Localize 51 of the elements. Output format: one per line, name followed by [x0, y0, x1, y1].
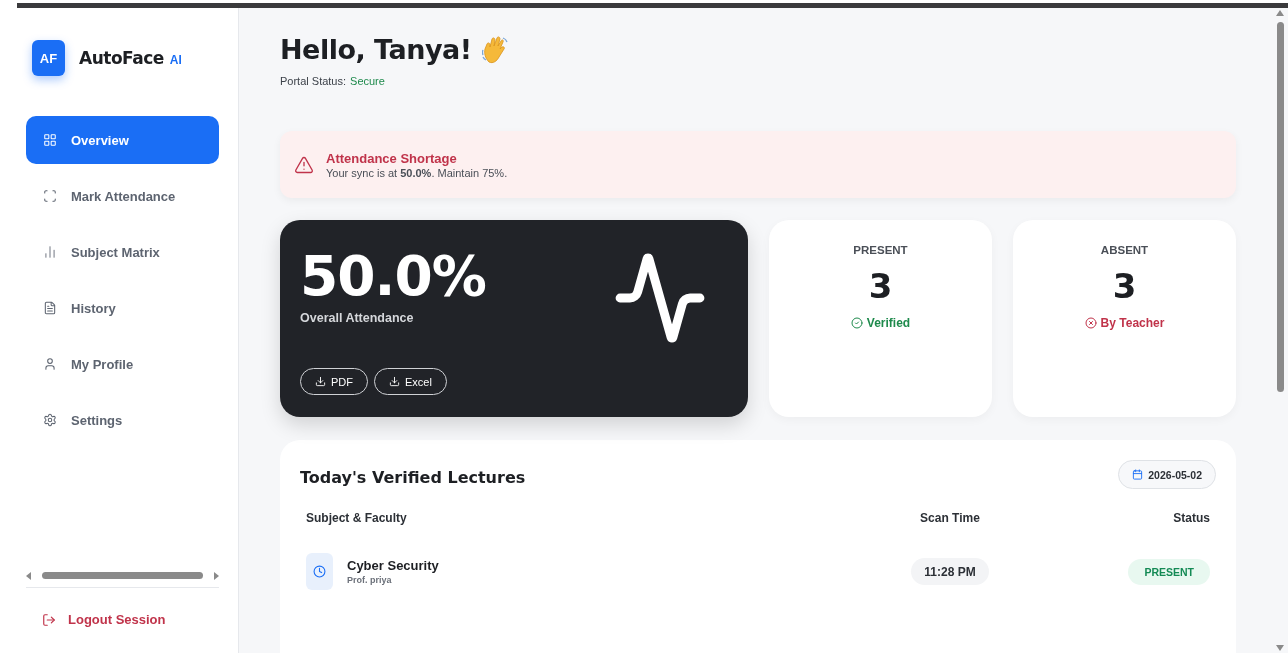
alert-title: Attendance Shortage: [326, 150, 458, 166]
person-icon: [43, 357, 57, 371]
clock-icon: [313, 565, 326, 578]
stat-note: Verified: [850, 316, 911, 330]
waving-hand-icon: [481, 34, 508, 65]
stat-note: By Teacher: [1084, 316, 1165, 330]
subject-name: Cyber Security: [347, 558, 439, 573]
logout-button[interactable]: Logout Session: [26, 612, 219, 653]
logout-icon: [42, 612, 56, 627]
nav-item[interactable]: Mark Attendance: [26, 172, 219, 220]
brand-suffix: AI: [169, 53, 182, 67]
nav-item[interactable]: Settings: [26, 396, 219, 444]
document-icon: [43, 301, 57, 315]
calendar-icon: [1132, 469, 1144, 480]
status-label: Portal Status:: [280, 75, 347, 87]
scroll-down-icon[interactable]: [1276, 645, 1284, 651]
stat-title: PRESENT: [853, 244, 908, 256]
settings-icon: [43, 413, 57, 427]
status-badge: PRESENT: [1128, 558, 1210, 585]
greeting-title: Hello, Tanya!: [280, 34, 472, 65]
stat-value: 3: [868, 266, 893, 306]
status-value: Secure: [350, 75, 385, 87]
date-chip[interactable]: 2026-05-02: [1118, 460, 1216, 489]
scroll-up-icon[interactable]: [1276, 10, 1284, 16]
nav-item[interactable]: My Profile: [26, 340, 219, 388]
check-circle-icon: [850, 317, 863, 329]
scan-frame-icon: [43, 189, 57, 203]
scroll-left-icon[interactable]: [26, 571, 32, 580]
logo-badge: AF: [32, 40, 65, 76]
warning-icon: [294, 154, 314, 175]
nav-item[interactable]: History: [26, 284, 219, 332]
column-header: Status: [1172, 511, 1210, 527]
nav-item[interactable]: Overview: [26, 116, 219, 164]
scan-time: 11:28 PM: [911, 558, 989, 585]
faculty-name: Prof. priya: [347, 575, 393, 585]
bar-chart-icon: [43, 245, 57, 259]
x-circle-icon: [1084, 317, 1097, 329]
lectures-title: Today's Verified Lectures: [300, 468, 526, 487]
alert-message: Your sync is at 50.0%. Maintain 75%.: [326, 166, 508, 179]
column-header: Scan Time: [919, 511, 981, 527]
scroll-right-icon[interactable]: [213, 571, 219, 580]
attendance-percentage: 50.0%: [300, 246, 487, 307]
grid-icon: [43, 133, 57, 147]
stat-title: ABSENT: [1100, 244, 1149, 256]
column-header: Subject & Faculty: [306, 511, 408, 527]
nav-item[interactable]: Subject Matrix: [26, 228, 219, 276]
brand-name: AutoFace: [79, 48, 164, 68]
stat-value: 3: [1112, 266, 1137, 306]
download-icon: [389, 376, 400, 387]
attendance-label: Overall Attendance: [300, 310, 415, 325]
download-icon: [315, 376, 326, 387]
